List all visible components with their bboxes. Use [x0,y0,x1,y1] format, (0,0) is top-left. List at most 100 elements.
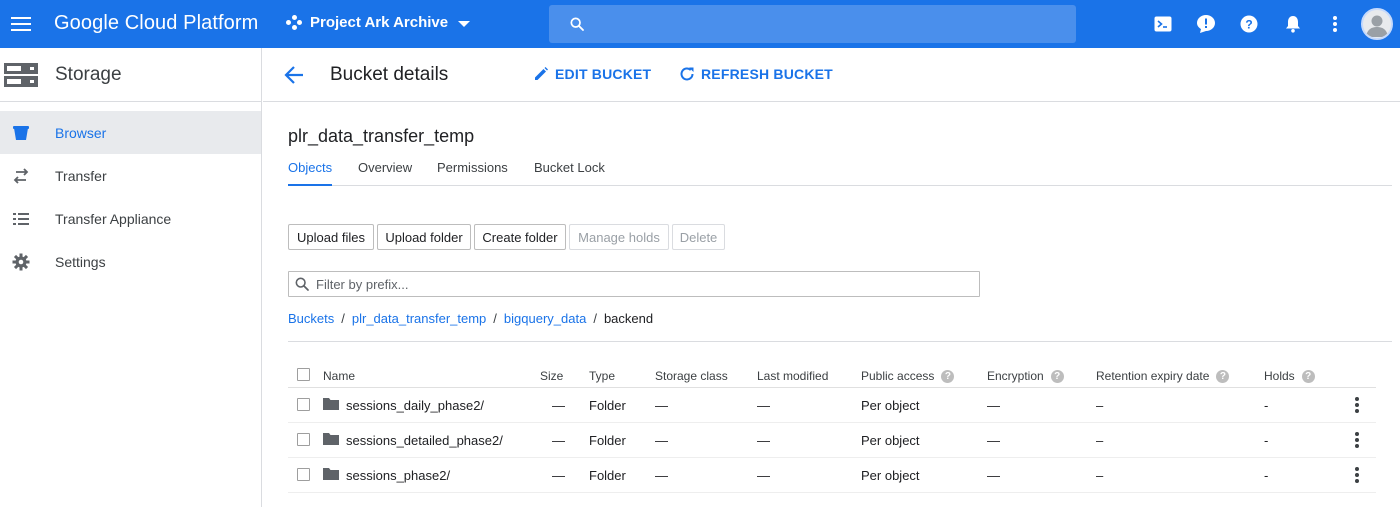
folder-icon [323,398,339,410]
breadcrumb-separator: / [593,311,597,326]
transfer-icon [13,168,29,184]
column-header-type[interactable]: Type [589,369,615,383]
page-title: Bucket details [330,64,449,85]
more-vert-icon[interactable] [1325,14,1345,34]
cell-size: — [552,468,565,483]
bucket-tabs: Objects Overview Permissions Bucket Lock [288,158,1392,186]
tab-overview[interactable]: Overview [358,160,412,186]
upload-folder-button[interactable]: Upload folder [377,224,471,250]
cell-last-modified: — [757,468,770,483]
help-icon[interactable]: ? [1050,369,1064,383]
delete-button[interactable]: Delete [672,224,725,250]
cell-retention: – [1096,468,1104,483]
help-icon[interactable]: ? [1216,369,1230,383]
table-row[interactable]: sessions_daily_phase2/ — Folder — — Per … [288,388,1376,423]
filter-input[interactable] [316,276,956,292]
folder-icon [323,468,339,480]
object-name-link[interactable]: sessions_phase2/ [346,468,450,483]
bell-icon[interactable] [1283,14,1303,34]
menu-icon[interactable] [11,14,31,34]
row-checkbox[interactable] [297,433,310,446]
refresh-bucket-button[interactable]: REFRESH BUCKET [679,66,833,82]
project-selector[interactable]: Project Ark Archive [286,14,471,31]
tab-objects[interactable]: Objects [288,160,333,186]
cell-type: Folder [589,468,626,483]
more-vert-icon[interactable] [1354,432,1360,448]
list-icon [13,213,29,225]
product-brand[interactable]: Google Cloud Platform [54,12,258,35]
column-header-label: Storage class [655,369,728,383]
column-header-holds[interactable]: Holds? [1264,369,1315,383]
cell-last-modified: — [757,433,770,448]
back-arrow-icon[interactable] [283,64,305,86]
breadcrumb-item-folder[interactable]: bigquery_data [504,311,586,326]
cell-size: — [552,398,565,413]
sidebar-header: Storage [0,48,261,102]
select-all-checkbox[interactable] [297,368,310,381]
column-header-public-access[interactable]: Public access? [861,369,955,383]
sidebar-item-transfer-appliance[interactable]: Transfer Appliance [0,197,261,240]
column-header-encryption[interactable]: Encryption? [987,369,1064,383]
column-header-label: Type [589,369,616,383]
top-app-bar: Google Cloud Platform Project Ark Archiv… [0,0,1400,48]
tab-permissions[interactable]: Permissions [437,160,508,186]
column-header-storage-class[interactable]: Storage class [655,369,728,383]
column-header-name[interactable]: Name [323,369,355,383]
refresh-bucket-label: REFRESH BUCKET [701,66,833,82]
breadcrumb: Buckets / plr_data_transfer_temp / bigqu… [288,311,653,326]
help-icon[interactable]: ? [1239,14,1259,34]
more-vert-icon[interactable] [1354,397,1360,413]
search-bar[interactable] [549,5,1076,43]
manage-holds-button[interactable]: Manage holds [569,224,669,250]
svg-text:?: ? [1245,18,1252,32]
notification-alert-icon[interactable] [1196,14,1216,34]
breadcrumb-item-buckets[interactable]: Buckets [288,311,334,326]
create-folder-button[interactable]: Create folder [474,224,566,250]
more-vert-icon[interactable] [1354,467,1360,483]
project-icon [286,14,302,31]
column-header-size[interactable]: Size [540,369,563,383]
terminal-icon[interactable] [1153,14,1173,34]
help-icon[interactable]: ? [1301,369,1315,383]
sidebar-item-label: Browser [55,124,107,141]
folder-icon [323,433,339,445]
breadcrumb-separator: / [341,311,345,326]
avatar[interactable] [1361,8,1393,40]
help-icon[interactable]: ? [941,369,955,383]
cell-type: Folder [589,398,626,413]
bucket-icon [13,126,29,140]
pencil-icon [535,67,548,80]
sidebar-item-label: Settings [55,253,106,270]
column-header-label: Encryption [987,369,1044,383]
sidebar-item-browser[interactable]: Browser [0,111,261,154]
search-icon [295,277,309,291]
object-name-link[interactable]: sessions_daily_phase2/ [346,398,484,413]
sidebar-item-settings[interactable]: Settings [0,240,261,283]
object-name-link[interactable]: sessions_detailed_phase2/ [346,433,503,448]
row-checkbox[interactable] [297,398,310,411]
search-icon [570,17,584,31]
tab-bucket-lock[interactable]: Bucket Lock [534,160,605,186]
cell-holds: - [1264,398,1269,413]
edit-bucket-label: EDIT BUCKET [555,66,652,82]
cell-storage-class: — [655,398,668,413]
chevron-down-icon [458,21,471,27]
filter-box [288,271,980,297]
edit-bucket-button[interactable]: EDIT BUCKET [533,66,651,82]
column-header-last-modified[interactable]: Last modified [757,369,828,383]
sidebar-item-transfer[interactable]: Transfer [0,154,261,197]
page-header: Bucket details EDIT BUCKET REFRESH BUCKE… [263,48,1400,102]
column-header-label: Last modified [757,369,829,383]
sidebar: Storage Browser Transfer Transfer Applia… [0,48,262,507]
table-row[interactable]: sessions_detailed_phase2/ — Folder — — P… [288,423,1376,458]
row-checkbox[interactable] [297,468,310,481]
cell-encryption: — [987,398,1000,413]
table-row[interactable]: sessions_phase2/ — Folder — — Per object… [288,458,1376,493]
sidebar-title: Storage [55,64,122,85]
breadcrumb-item-bucket[interactable]: plr_data_transfer_temp [352,311,486,326]
upload-files-button[interactable]: Upload files [288,224,374,250]
cell-holds: - [1264,433,1269,448]
cell-encryption: — [987,433,1000,448]
column-header-retention-expiry-date[interactable]: Retention expiry date? [1096,369,1230,383]
column-header-label: Public access [861,369,935,383]
